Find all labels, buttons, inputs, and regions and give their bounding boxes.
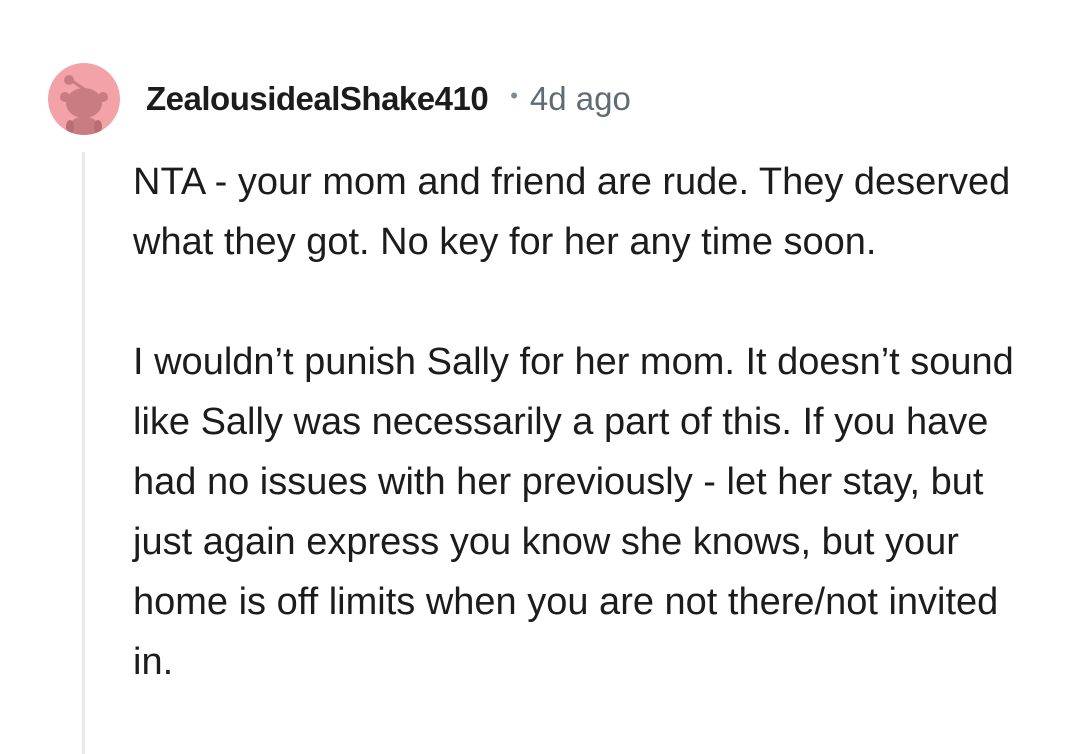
comment-paragraph: NTA - your mom and friend are rude. They… [133, 161, 1011, 263]
username-link[interactable]: ZealousidealShake410 [146, 80, 489, 118]
snoo-avatar-icon [60, 75, 108, 135]
comment: ZealousidealShake410 • 4d ago NTA - your… [0, 0, 1080, 754]
meta-separator: • [510, 83, 518, 108]
thread-collapse-line[interactable] [82, 152, 85, 754]
comment-timestamp: 4d ago [529, 80, 631, 117]
comment-meta: ZealousidealShake410 • 4d ago [146, 76, 631, 122]
comment-body: NTA - your mom and friend are rude. They… [133, 152, 1043, 692]
comment-paragraph: I wouldn’t punish Sally for her mom. It … [133, 341, 1014, 683]
user-avatar[interactable] [48, 63, 120, 135]
